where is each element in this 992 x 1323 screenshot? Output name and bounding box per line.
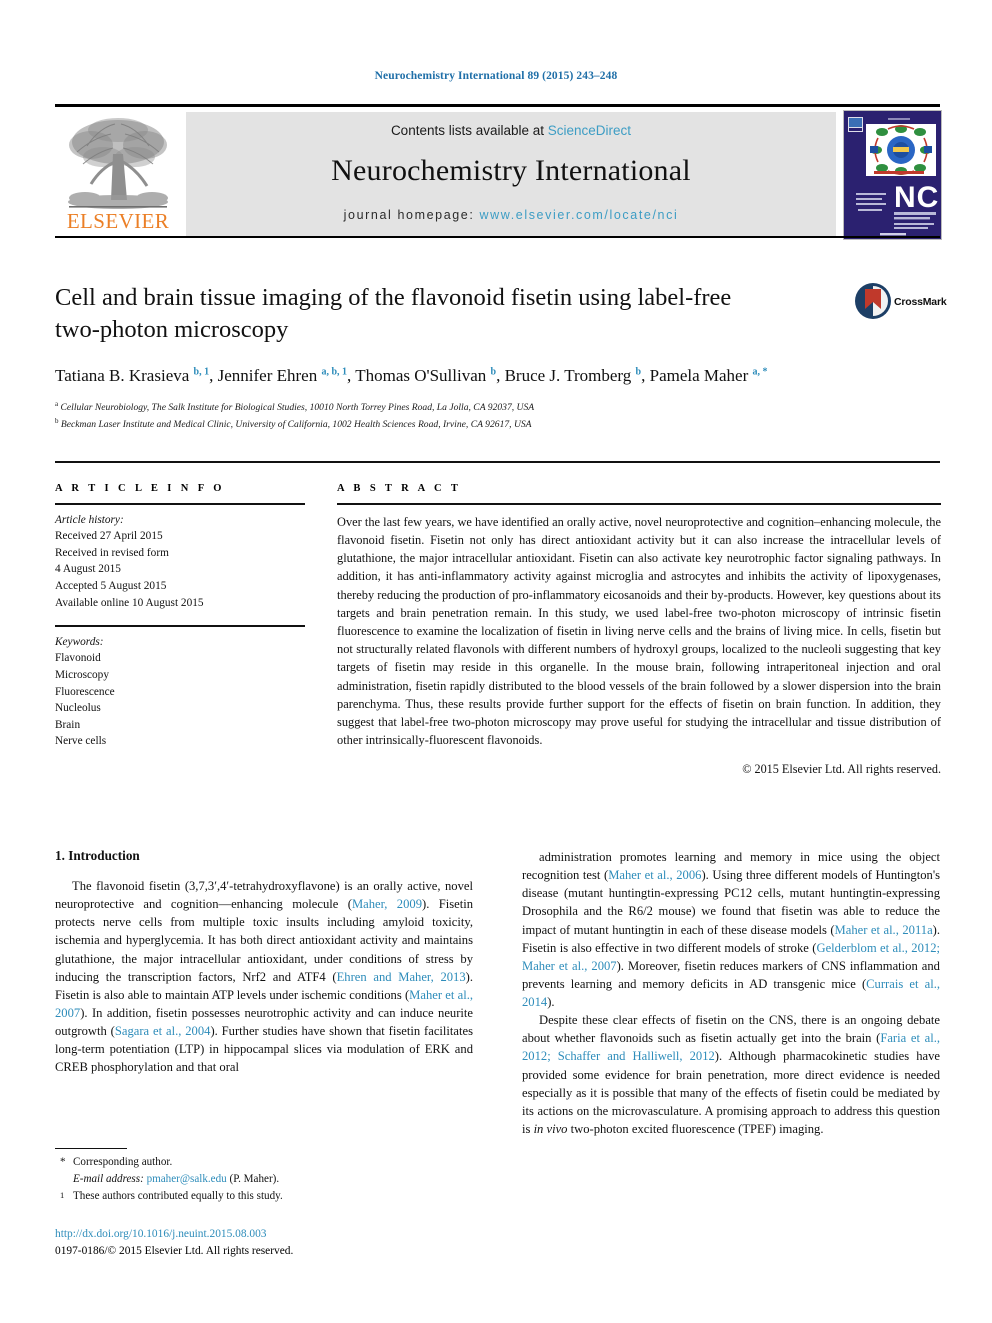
keyword-item: Fluorescence bbox=[55, 685, 115, 698]
email-address-label: E-mail address: bbox=[73, 1173, 144, 1186]
issn-copyright-line: 0197-0186/© 2015 Elsevier Ltd. All right… bbox=[55, 1244, 294, 1257]
author-name: Tatiana B. Krasieva bbox=[55, 365, 194, 385]
journal-homepage-line: journal homepage: www.elsevier.com/locat… bbox=[186, 208, 836, 222]
abstract-rule bbox=[337, 503, 941, 505]
author-name: Thomas O'Sullivan bbox=[355, 365, 491, 385]
elsevier-tree-icon bbox=[68, 118, 168, 209]
elsevier-wordmark: ELSEVIER bbox=[66, 209, 170, 233]
section-heading-introduction: 1. Introduction bbox=[55, 848, 140, 863]
footnote-email: E-mail address: pmaher@salk.edu (P. Mahe… bbox=[55, 1171, 473, 1188]
keyword-item: Nerve cells bbox=[55, 735, 107, 748]
article-info-heading: A R T I C L E I N F O bbox=[55, 483, 225, 494]
author-name: Pamela Maher bbox=[649, 365, 753, 385]
body-column-left: 1. Introduction The flavonoid fisetin (3… bbox=[55, 848, 473, 1076]
article-history-item: Available online 10 August 2015 bbox=[55, 596, 204, 609]
author-list: Tatiana B. Krasieva b, 1, Jennifer Ehren… bbox=[55, 364, 855, 389]
footnote-equal-text: These authors contributed equally to thi… bbox=[73, 1189, 283, 1202]
author-name: Bruce J. Tromberg bbox=[504, 365, 636, 385]
doi-footer: http://dx.doi.org/10.1016/j.neuint.2015.… bbox=[55, 1226, 473, 1259]
author-name: Jennifer Ehren bbox=[217, 365, 322, 385]
article-history-block: Article history: Received 27 April 2015 R… bbox=[55, 512, 305, 612]
title-block: CrossMark Cell and brain tissue imaging … bbox=[55, 282, 947, 433]
crossmark-label: CrossMark bbox=[894, 296, 947, 308]
email-address-suffix: (P. Maher). bbox=[229, 1173, 280, 1186]
author-separator: , bbox=[641, 365, 650, 385]
keyword-item: Microscopy bbox=[55, 668, 109, 681]
contents-prefix: Contents lists available at bbox=[390, 123, 548, 138]
sciencedirect-link[interactable]: ScienceDirect bbox=[548, 123, 631, 138]
abstract-section: A B S T R A C T Over the last few years,… bbox=[337, 483, 941, 777]
intro-paragraph-1: The flavonoid fisetin (3,7,3′,4′-tetrahy… bbox=[55, 879, 473, 1075]
abstract-text: Over the last few years, we have identif… bbox=[337, 514, 941, 748]
footnote-corresponding-text: Corresponding author. bbox=[73, 1156, 173, 1169]
abstract-heading: A B S T R A C T bbox=[337, 483, 462, 494]
author-affiliation-mark: a, b, 1 bbox=[321, 366, 348, 377]
email-address-link[interactable]: pmaher@salk.edu bbox=[147, 1173, 227, 1185]
article-history-item: 4 August 2015 bbox=[55, 563, 121, 576]
article-history-item: Accepted 5 August 2015 bbox=[55, 579, 167, 592]
author-separator: , bbox=[496, 365, 505, 385]
journal-band: Contents lists available at ScienceDirec… bbox=[186, 112, 836, 236]
keywords-rule bbox=[55, 625, 305, 627]
footnote-equal-contribution: 1 These authors contributed equally to t… bbox=[55, 1188, 473, 1205]
article-title-line2: two-photon microscopy bbox=[55, 316, 289, 344]
author-affiliation-mark: b, 1 bbox=[193, 366, 210, 377]
intro-paragraph-2: administration promotes learning and mem… bbox=[522, 850, 940, 1009]
keywords-lines: Flavonoid Microscopy Fluorescence Nucleolus… bbox=[55, 650, 305, 750]
intro-paragraph-3: Despite these clear effects of fisetin o… bbox=[522, 1013, 940, 1136]
journal-title: Neurochemistry International bbox=[331, 154, 691, 187]
footnote-one-mark: 1 bbox=[60, 1189, 65, 1200]
footnote-asterisk-mark: * bbox=[60, 1156, 66, 1169]
article-history-item: Received in revised form bbox=[55, 546, 169, 559]
masthead-bottom-rule bbox=[55, 236, 940, 238]
article-history-item: Received 27 April 2015 bbox=[55, 530, 163, 543]
author-separator: , bbox=[347, 365, 356, 385]
copyright-line: © 2015 Elsevier Ltd. All rights reserved… bbox=[742, 761, 941, 776]
author-affiliation-mark: a, * bbox=[752, 366, 768, 377]
affiliation-list: a Cellular Neurobiology, The Salk Instit… bbox=[55, 399, 940, 433]
keywords-block: Keywords: Flavonoid Microscopy Fluorescenc… bbox=[55, 634, 305, 750]
affiliation-line: a Cellular Neurobiology, The Salk Instit… bbox=[55, 399, 940, 416]
article-page: Neurochemistry International 89 (2015) 2… bbox=[0, 0, 992, 1323]
body-columns: 1. Introduction The flavonoid fisetin (3… bbox=[55, 848, 940, 1268]
keyword-item: Nucleolus bbox=[55, 702, 101, 715]
article-history-label: Article history: bbox=[55, 513, 124, 526]
article-info-section: A R T I C L E I N F O Article history: R… bbox=[55, 483, 305, 750]
article-info-rule bbox=[55, 503, 305, 505]
affiliation-text: Cellular Neurobiology, The Salk Institut… bbox=[58, 402, 535, 414]
affiliation-text: Beckman Laser Institute and Medical Clin… bbox=[58, 419, 532, 431]
footnote-corresponding-author: * Corresponding author. bbox=[55, 1154, 473, 1171]
article-title-line1: Cell and brain tissue imaging of the fla… bbox=[55, 284, 732, 311]
journal-masthead: ELSEVIER Contents lists available at Sci… bbox=[55, 104, 942, 240]
crossmark-icon bbox=[855, 283, 891, 319]
footnote-rule bbox=[55, 1148, 127, 1150]
masthead-top-rule bbox=[55, 104, 940, 107]
keyword-item: Flavonoid bbox=[55, 652, 101, 665]
homepage-prefix: journal homepage: bbox=[343, 208, 480, 222]
homepage-url-link[interactable]: www.elsevier.com/locate/nci bbox=[480, 208, 679, 222]
info-abstract-top-rule bbox=[55, 461, 940, 463]
footnotes-block: * Corresponding author. E-mail address: … bbox=[55, 1148, 473, 1204]
article-history-lines: Received 27 April 2015 Received in revise… bbox=[55, 528, 305, 611]
author-separator: , bbox=[209, 365, 218, 385]
affiliation-line: b Beckman Laser Institute and Medical Cl… bbox=[55, 416, 940, 433]
svg-text:NCI: NCI bbox=[894, 181, 941, 214]
page-title: Cell and brain tissue imaging of the fla… bbox=[55, 282, 845, 347]
elsevier-logo: ELSEVIER bbox=[57, 112, 179, 236]
journal-cover-image: NCI bbox=[844, 111, 941, 239]
journal-cover-thumbnail: NCI bbox=[843, 110, 942, 240]
running-head: Neurochemistry International 89 (2015) 2… bbox=[374, 70, 618, 82]
keyword-item: Brain bbox=[55, 718, 81, 731]
keywords-label: Keywords: bbox=[55, 635, 104, 648]
contents-available-line: Contents lists available at ScienceDirec… bbox=[186, 123, 836, 138]
doi-link[interactable]: http://dx.doi.org/10.1016/j.neuint.2015.… bbox=[55, 1226, 473, 1243]
body-column-right: administration promotes learning and mem… bbox=[522, 848, 940, 1138]
crossmark-badge[interactable]: CrossMark bbox=[854, 282, 947, 328]
